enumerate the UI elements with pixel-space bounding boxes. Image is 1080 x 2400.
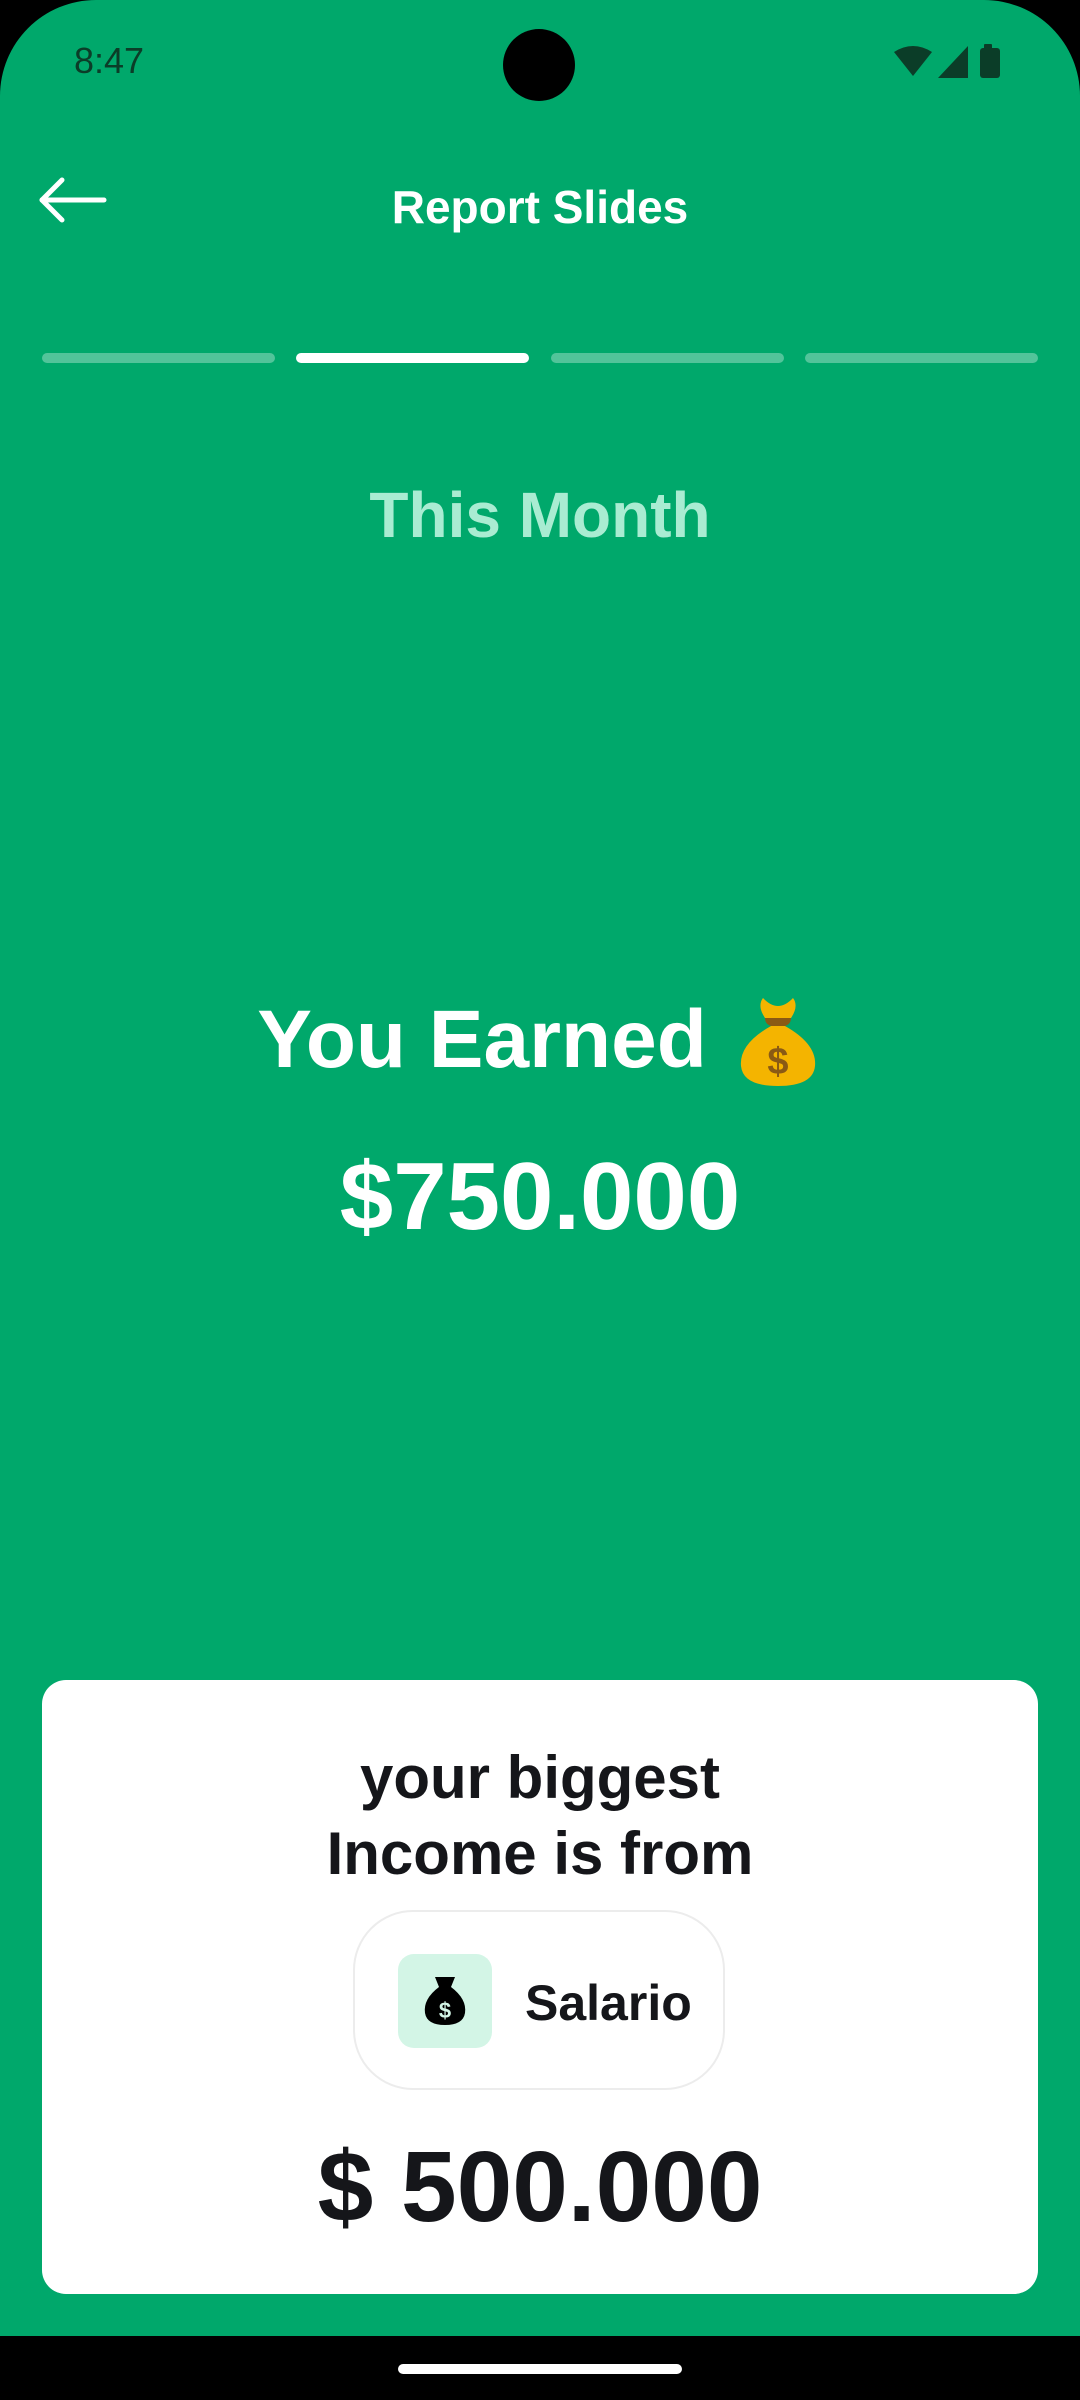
svg-text:$: $ [767,1041,788,1083]
earned-label: You Earned [257,994,707,1085]
card-heading-line1: your biggest [359,1744,721,1811]
income-source-icon-box: $ [398,1954,492,2048]
income-source-chip[interactable]: $ Salario [353,1910,725,2090]
card-heading: your biggest Income is from [42,1740,1038,1892]
report-screen: 8:47 Report Slides This Month You Earned [0,0,1080,2336]
earned-amount: $750.000 [339,1143,741,1250]
battery-icon [980,44,1000,78]
progress-segment-2 [296,353,529,363]
status-time: 8:47 [74,40,145,81]
biggest-income-card: your biggest Income is from $ Salario $ … [42,1680,1038,2294]
money-bag-icon: $ [424,1977,466,2025]
page-title: Report Slides [391,181,689,233]
wifi-icon [894,46,932,76]
svg-text:$: $ [439,1998,451,2023]
period-label: This Month [369,479,711,551]
slides-progress [42,353,1038,363]
progress-segment-3 [551,353,784,363]
signal-icon [938,46,968,78]
status-icons [894,44,1006,84]
income-source-name: Salario [525,1975,692,2031]
home-indicator[interactable] [398,2364,682,2374]
income-source-amount: $ 500.000 [317,2131,763,2243]
money-bag-icon: $ [740,998,815,1086]
camera-cutout [503,29,575,101]
progress-segment-1 [42,353,275,363]
progress-segment-4 [805,353,1038,363]
earned-heading: You Earned $ [0,990,1080,1090]
card-heading-line2: Income is from [326,1820,754,1887]
